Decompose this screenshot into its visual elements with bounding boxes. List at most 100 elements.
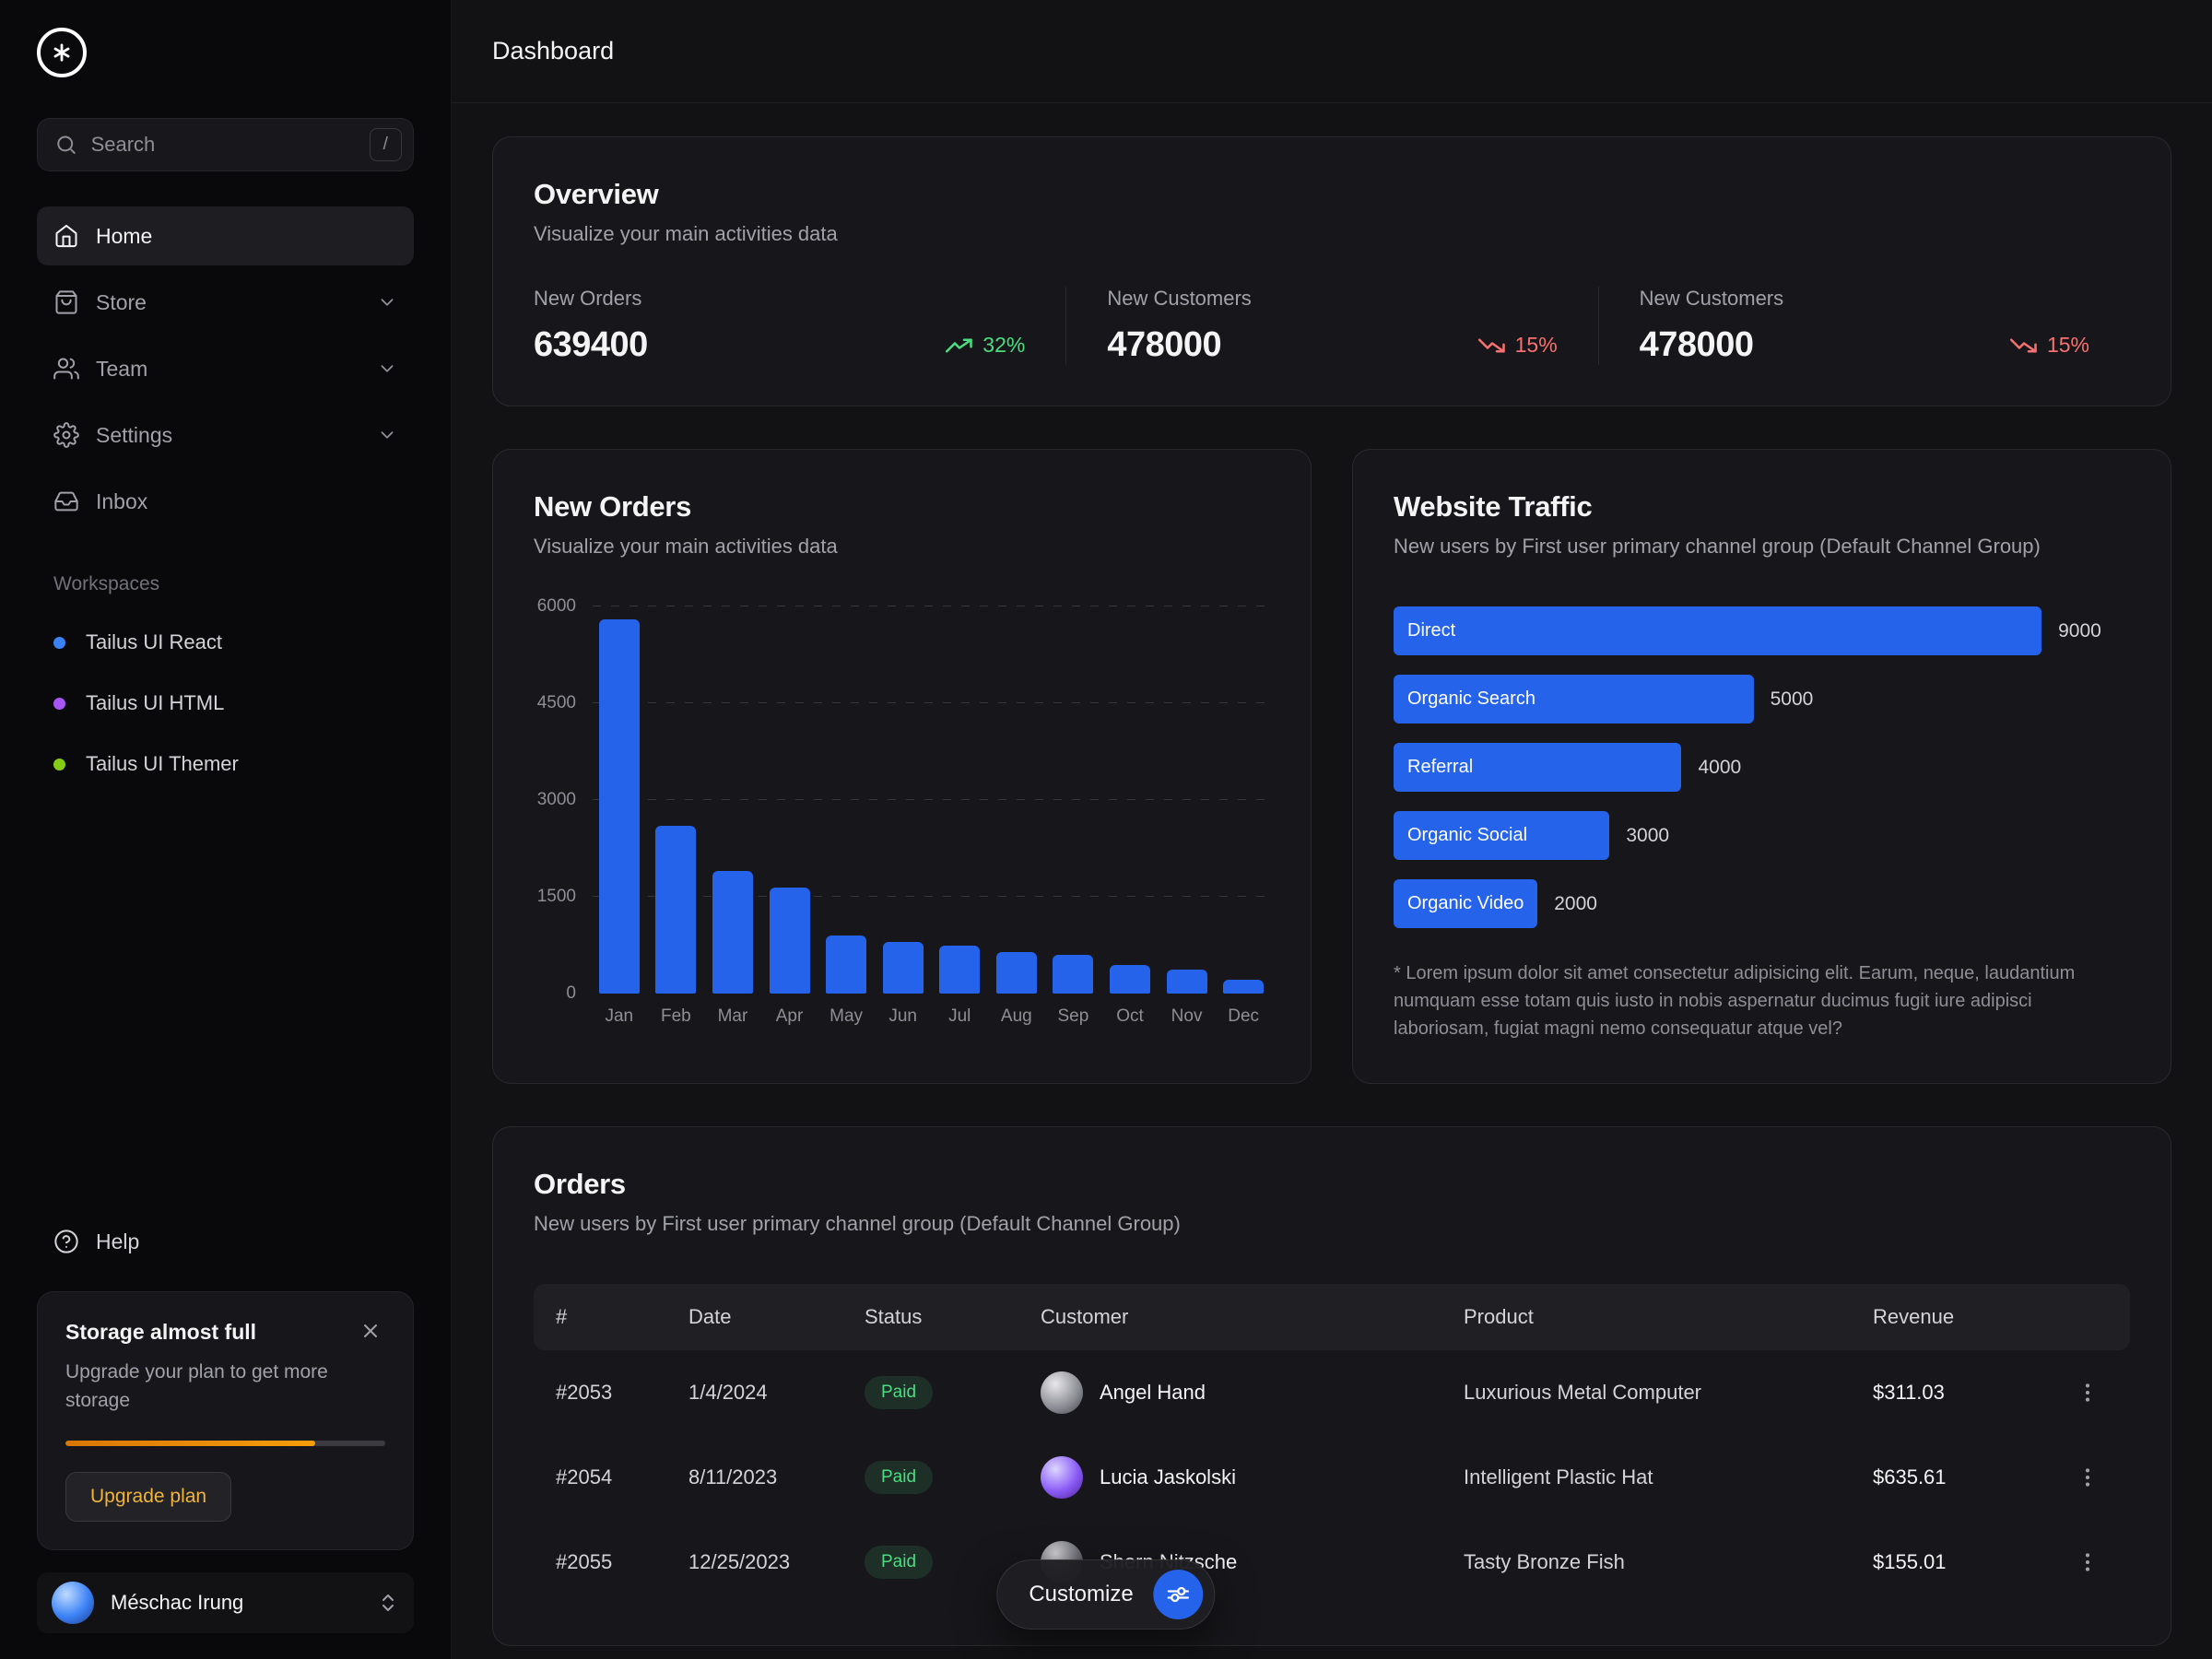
bar-jan [599,619,640,994]
trend-indicator: 32% [946,333,1025,358]
x-tick-label: Aug [995,1006,1038,1027]
order-date: 1/4/2024 [688,1381,865,1405]
product-name: Tasty Bronze Fish [1464,1550,1873,1574]
workspace-label: Tailus UI Themer [86,752,239,776]
sidebar-item-home[interactable]: Home [37,206,414,265]
chevron-down-icon [377,425,397,445]
chevron-up-down-icon [377,1592,399,1614]
help-button[interactable]: Help [37,1216,414,1267]
channel-label: Direct [1407,620,1455,641]
stat-new-customers-2: New Customers 478000 15% [1598,287,2130,365]
order-date: 8/11/2023 [688,1465,865,1489]
row-menu-button[interactable] [2067,1372,2108,1413]
kebab-menu-icon [2076,1465,2100,1489]
traffic-footnote: * Lorem ipsum dolor sit amet consectetur… [1394,959,2130,1042]
x-tick-label: Dec [1222,1006,1265,1027]
traffic-bar-row: Organic Video 2000 [1394,879,2130,928]
stat-label: New Customers [1640,287,2089,311]
channel-label: Organic Video [1407,893,1524,914]
charts-row: New Orders Visualize your main activitie… [492,449,2171,1084]
overview-subtitle: Visualize your main activities data [534,222,2130,246]
x-tick-label: Oct [1109,1006,1151,1027]
orders-table: # Date Status Customer Product Revenue #… [534,1284,2130,1605]
status-badge: Paid [865,1461,933,1494]
bar-oct [1110,965,1150,994]
traffic-bar-row: Referral4000 [1394,743,2130,792]
channel-value: 2000 [1554,893,1597,915]
store-icon [53,289,79,315]
trend-percent: 15% [2047,333,2089,358]
workspace-item-tailus-ui-html[interactable]: Tailus UI HTML [37,673,414,734]
user-menu-button[interactable]: Méschac Irung [37,1572,414,1633]
customer-name: Angel Hand [1100,1381,1206,1405]
y-tick-label: 4500 [537,693,576,713]
search-input[interactable] [91,133,357,157]
storage-alert-card: Storage almost full Upgrade your plan to… [37,1291,414,1550]
sidebar-nav: Home Store Team [37,206,414,531]
channel-value: 4000 [1698,757,1741,779]
status-badge: Paid [865,1546,933,1579]
workspace-label: Tailus UI HTML [86,691,224,715]
x-tick-label: Apr [769,1006,811,1027]
x-tick-label: Sep [1053,1006,1095,1027]
sidebar-item-inbox[interactable]: Inbox [37,472,414,531]
sliders-icon [1154,1570,1204,1619]
flower-logo-icon [50,41,74,65]
table-row: #2054 8/11/2023 Paid Lucia Jaskolski Int… [534,1435,2130,1520]
bar-sep [1053,955,1093,994]
app-logo[interactable] [37,28,87,77]
main-area: Dashboard Overview Visualize your main a… [452,0,2212,1659]
column-header-id: # [556,1305,688,1329]
channel-value: 3000 [1626,825,1669,847]
sidebar-item-label: Team [96,357,147,382]
channel-value: 9000 [2058,620,2101,642]
x-tick-label: May [825,1006,867,1027]
top-bar: Dashboard [452,0,2212,103]
customize-button[interactable]: Customize [996,1559,1215,1630]
storage-progress-fill [65,1441,315,1446]
page-title: Dashboard [492,37,614,65]
chevron-down-icon [377,292,397,312]
workspace-item-tailus-ui-react[interactable]: Tailus UI React [37,612,414,673]
stat-value: 478000 [1107,325,1221,365]
sidebar-item-team[interactable]: Team [37,339,414,398]
status-badge: Paid [865,1376,933,1409]
search-bar[interactable]: / [37,118,414,171]
sidebar-item-store[interactable]: Store [37,273,414,332]
stat-new-customers-1: New Customers 478000 15% [1065,287,1597,365]
sidebar-item-label: Inbox [96,489,147,514]
bar-may [826,935,866,994]
close-icon[interactable] [359,1320,385,1346]
y-tick-label: 0 [566,983,576,1004]
bar-aug [996,952,1037,994]
x-tick-label: Nov [1166,1006,1208,1027]
x-tick-label: Feb [655,1006,698,1027]
bar-dec [1223,980,1264,994]
traffic-bar-row: Organic Search5000 [1394,675,2130,724]
table-row: #2055 12/25/2023 Paid Shern Nitzsche Tas… [534,1520,2130,1605]
column-header-customer: Customer [1041,1305,1464,1329]
upgrade-plan-button[interactable]: Upgrade plan [65,1472,231,1522]
bar-organic-video: Organic Video [1394,879,1537,928]
sidebar-item-label: Store [96,290,147,315]
stat-new-orders: New Orders 639400 32% [534,287,1065,365]
bar-organic-social: Organic Social [1394,811,1609,860]
x-axis-labels: JanFebMarAprMayJunJulAugSepOctNovDec [593,1006,1270,1027]
sidebar-item-settings[interactable]: Settings [37,406,414,465]
stat-label: New Orders [534,287,1025,311]
overview-stats: New Orders 639400 32% New Customers [534,287,2130,365]
order-id: #2055 [556,1550,688,1574]
sidebar-item-label: Home [96,224,152,249]
channel-label: Organic Social [1407,825,1527,846]
kebab-menu-icon [2076,1550,2100,1574]
workspaces-list: Tailus UI React Tailus UI HTML Tailus UI… [37,612,414,794]
row-menu-button[interactable] [2067,1457,2108,1498]
channel-label: Organic Search [1407,688,1535,710]
bar-mar [712,871,753,994]
product-name: Luxurious Metal Computer [1464,1381,1873,1405]
stat-value: 478000 [1640,325,1754,365]
overview-card: Overview Visualize your main activities … [492,136,2171,406]
row-menu-button[interactable] [2067,1542,2108,1583]
sidebar: / Home Store T [0,0,452,1659]
workspace-item-tailus-ui-themer[interactable]: Tailus UI Themer [37,734,414,794]
